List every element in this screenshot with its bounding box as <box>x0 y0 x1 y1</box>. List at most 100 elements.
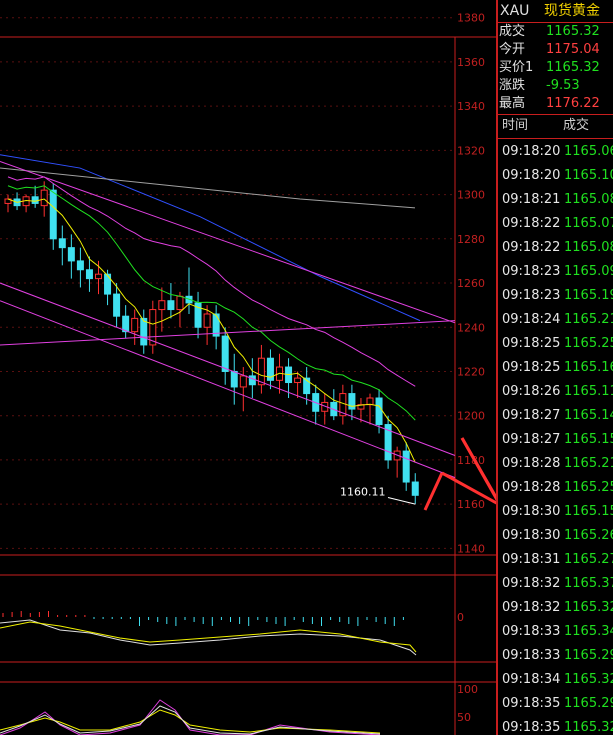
tick-price: 1165.15 <box>564 504 613 519</box>
quote-row-high: 最高 1176.22 <box>498 95 613 113</box>
quote-value: 1176.22 <box>546 96 600 111</box>
tick-price: 1165.37 <box>564 576 613 591</box>
quote-title: XAU 现货黄金 <box>498 0 613 22</box>
quote-value: 1165.32 <box>546 60 600 75</box>
tick-row: 09:18:34 1165.32 <box>498 668 613 692</box>
tick-row: 09:18:25 1165.16 <box>498 356 613 380</box>
low-price-label: 1160.11 <box>340 485 386 498</box>
tick-row: 09:18:22 1165.07 <box>498 212 613 236</box>
candle-body <box>239 375 247 388</box>
tick-row: 09:18:27 1165.15 <box>498 428 613 452</box>
candle-body <box>140 317 148 346</box>
candle-body <box>366 397 374 406</box>
tick-time: 09:18:32 <box>502 576 561 591</box>
quote-label: 成交 <box>499 24 526 39</box>
candle-body <box>248 375 256 386</box>
price-tick-label: 1220 <box>457 365 485 378</box>
candle-body <box>294 377 302 384</box>
tick-price: 1165.25 <box>564 480 613 495</box>
candle-body <box>58 238 66 249</box>
quote-label: 涨跌 <box>499 78 526 93</box>
tick-time: 09:18:25 <box>502 336 561 351</box>
tick-time: 09:18:22 <box>502 216 561 231</box>
tick-price: 1165.10 <box>564 168 613 183</box>
tick-time: 09:18:24 <box>502 312 561 327</box>
tick-time: 09:18:35 <box>502 696 561 711</box>
tick-price: 1165.27 <box>564 552 613 567</box>
tick-price: 1165.32 <box>564 600 613 615</box>
quote-label: 最高 <box>499 96 526 111</box>
tick-row: 09:18:28 1165.25 <box>498 476 613 500</box>
symbol-name: 现货黄金 <box>544 3 600 19</box>
candle-body <box>257 357 265 386</box>
tick-time: 09:18:27 <box>502 408 561 423</box>
tick-time: 09:18:30 <box>502 504 561 519</box>
tick-row: 09:18:30 1165.15 <box>498 500 613 524</box>
tick-row: 09:18:25 1165.25 <box>498 332 613 356</box>
chart-canvas[interactable]: 1380 1360 1340 1320 1300 1280 1260 1240 1220 1200… <box>0 0 497 735</box>
candle-body <box>76 260 84 271</box>
tick-table-header: 时间 成交 <box>498 115 613 137</box>
quote-row-last: 成交 1165.32 <box>498 23 613 41</box>
ma-slow-blue-line <box>0 154 421 322</box>
tick-row: 09:18:20 1165.10 <box>498 164 613 188</box>
tick-time: 09:18:33 <box>502 648 561 663</box>
quote-panel: XAU 现货黄金 成交 1165.32 今开 1175.04 买价1 1165.… <box>498 0 613 735</box>
channel-lower-line <box>0 300 456 479</box>
tick-row: 09:18:33 1165.34 <box>498 620 613 644</box>
tick-price: 1165.08 <box>564 240 613 255</box>
quote-value: 1175.04 <box>546 42 600 57</box>
tick-price: 1165.32 <box>564 720 613 735</box>
candle-body <box>158 300 166 311</box>
tick-row: 09:18:33 1165.29 <box>498 644 613 668</box>
tick-time: 09:18:23 <box>502 288 561 303</box>
candle-body <box>402 450 410 483</box>
candle-body <box>40 189 48 207</box>
macd-dea-line <box>0 621 417 653</box>
price-tick-label: 1160 <box>457 498 485 511</box>
tick-price: 1165.11 <box>564 384 613 399</box>
tick-time: 09:18:27 <box>502 432 561 447</box>
quote-row-open: 今开 1175.04 <box>498 41 613 59</box>
candle-body <box>31 196 39 204</box>
tick-row: 09:18:23 1165.19 <box>498 284 613 308</box>
candle-body <box>221 335 229 372</box>
tick-price: 1165.15 <box>564 432 613 447</box>
tick-row: 09:18:35 1165.29 <box>498 692 613 716</box>
tick-price: 1165.14 <box>564 408 613 423</box>
tick-price: 1165.32 <box>564 672 613 687</box>
tick-price: 1165.29 <box>564 696 613 711</box>
candlestick-chart[interactable]: 1380 1360 1340 1320 1300 1280 1260 1240 1220 1200… <box>0 0 497 735</box>
price-tick-label: 1240 <box>457 321 485 334</box>
tick-time: 09:18:25 <box>502 360 561 375</box>
quote-row-bid: 买价1 1165.32 <box>498 59 613 77</box>
tick-price: 1165.34 <box>564 624 613 639</box>
tick-time: 09:18:21 <box>502 192 561 207</box>
tick-time: 09:18:32 <box>502 600 561 615</box>
quote-value: -9.53 <box>546 78 580 93</box>
price-tick-label: 1280 <box>457 233 485 246</box>
tick-price: 1165.06 <box>564 144 613 159</box>
tick-time: 09:18:20 <box>502 144 561 159</box>
candle-body <box>230 370 238 388</box>
tick-time: 09:18:23 <box>502 264 561 279</box>
price-tick-label: 1300 <box>457 189 485 202</box>
price-tick-label: 1340 <box>457 100 485 113</box>
price-tick-label: 1140 <box>457 542 485 555</box>
tick-time: 09:18:22 <box>502 240 561 255</box>
tick-row: 09:18:32 1165.37 <box>498 572 613 596</box>
tick-price: 1165.29 <box>564 648 613 663</box>
tick-price: 1165.08 <box>564 192 613 207</box>
tick-row: 09:18:28 1165.21 <box>498 452 613 476</box>
candle-body <box>85 269 93 280</box>
quote-label: 今开 <box>499 42 526 57</box>
price-tick-label: 1200 <box>457 410 485 423</box>
tick-price: 1165.26 <box>564 528 613 543</box>
ma-mid-line <box>7 185 416 421</box>
tick-row: 09:18:32 1165.32 <box>498 596 613 620</box>
candle-body <box>176 295 184 311</box>
price-tick-label: 1360 <box>457 56 485 69</box>
tick-list[interactable]: 09:18:20 1165.06 09:18:20 1165.10 09:18:21 11… <box>498 140 613 735</box>
price-tick-label: 1320 <box>457 144 485 157</box>
tick-time: 09:18:31 <box>502 552 561 567</box>
